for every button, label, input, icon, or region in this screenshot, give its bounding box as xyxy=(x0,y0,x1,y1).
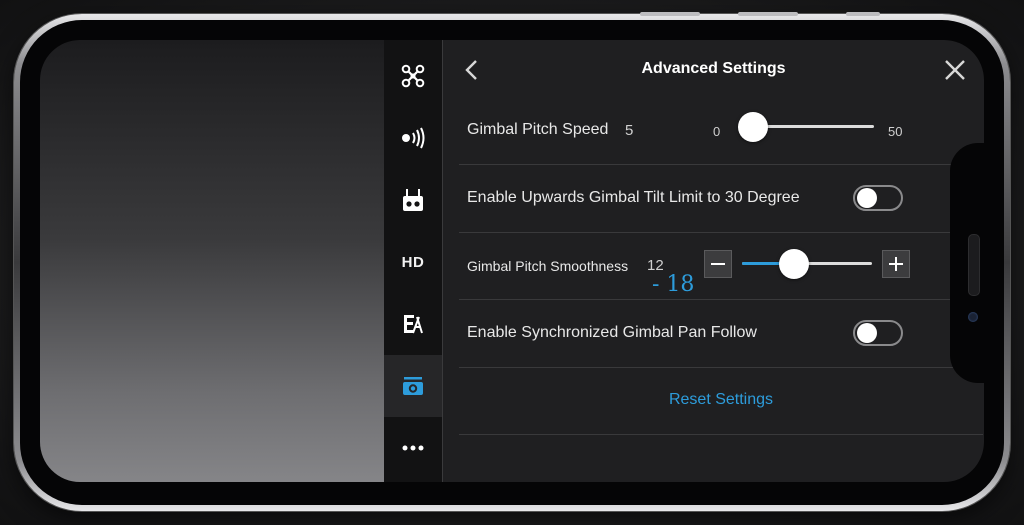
pitch-speed-label: Gimbal Pitch Speed xyxy=(467,121,609,138)
panel-header: Advanced Settings xyxy=(443,40,984,98)
pan-follow-toggle[interactable] xyxy=(853,320,903,346)
settings-side-nav: HD xyxy=(384,40,443,482)
slider-thumb[interactable] xyxy=(738,112,769,142)
drone-icon xyxy=(401,64,425,88)
setting-row-pitch-smoothness: Gimbal Pitch Smoothness 12 - 18 xyxy=(459,232,983,300)
nav-item-gimbal[interactable] xyxy=(384,355,442,417)
nav-item-hd[interactable]: HD xyxy=(384,231,442,293)
nav-item-signal[interactable] xyxy=(384,107,442,169)
camera-live-view[interactable] xyxy=(40,40,384,482)
slider-thumb[interactable] xyxy=(779,249,809,279)
mute-switch xyxy=(846,12,880,16)
setting-row-tilt-limit: Enable Upwards Gimbal Tilt Limit to 30 D… xyxy=(459,165,983,233)
tilt-limit-toggle[interactable] xyxy=(853,185,903,211)
setting-row-pitch-speed: Gimbal Pitch Speed 5 0 50 xyxy=(459,97,983,165)
advanced-settings-panel: Advanced Settings Gimbal Pitch Speed 5 0… xyxy=(443,40,984,482)
minus-icon xyxy=(711,263,725,265)
tilt-limit-label: Enable Upwards Gimbal Tilt Limit to 30 D… xyxy=(467,189,800,206)
app-screen: HD Advanced Settings Gimbal Pitch Speed … xyxy=(40,40,984,482)
more-icon xyxy=(402,445,424,451)
nav-item-more[interactable] xyxy=(384,417,442,479)
earpiece-speaker xyxy=(968,234,980,296)
setting-row-pan-follow: Enable Synchronized Gimbal Pan Follow xyxy=(459,300,983,368)
volume-button xyxy=(640,12,700,16)
increment-button[interactable] xyxy=(882,250,910,278)
pitch-speed-value: 5 xyxy=(625,122,634,139)
volume-button xyxy=(738,12,798,16)
close-button[interactable] xyxy=(943,58,967,82)
nav-item-battery[interactable] xyxy=(384,293,442,355)
hd-icon: HD xyxy=(401,253,425,271)
signal-icon xyxy=(402,127,425,149)
battery-flash-icon xyxy=(404,315,423,334)
gimbal-camera-icon xyxy=(403,377,423,395)
setting-row-reset: Reset Settings xyxy=(459,367,983,435)
reset-settings-button[interactable]: Reset Settings xyxy=(459,391,983,409)
pitch-speed-slider[interactable] xyxy=(738,112,874,142)
nav-item-aircraft[interactable] xyxy=(384,45,442,107)
toggle-knob xyxy=(857,188,877,208)
pitch-speed-max: 50 xyxy=(888,124,903,139)
toggle-knob xyxy=(857,323,877,343)
page-title: Advanced Settings xyxy=(641,60,786,77)
plus-icon xyxy=(889,257,903,271)
decrement-button[interactable] xyxy=(704,250,732,278)
close-icon xyxy=(945,60,965,80)
pitch-smoothness-slider[interactable] xyxy=(742,249,872,279)
front-camera xyxy=(968,312,978,322)
nav-item-remote-controller[interactable] xyxy=(384,169,442,231)
pan-follow-label: Enable Synchronized Gimbal Pan Follow xyxy=(467,324,757,341)
pitch-speed-min: 0 xyxy=(713,124,721,139)
handwritten-annotation: - 18 xyxy=(652,272,695,297)
pitch-smoothness-label: Gimbal Pitch Smoothness xyxy=(467,258,629,274)
remote-controller-icon xyxy=(403,189,423,211)
